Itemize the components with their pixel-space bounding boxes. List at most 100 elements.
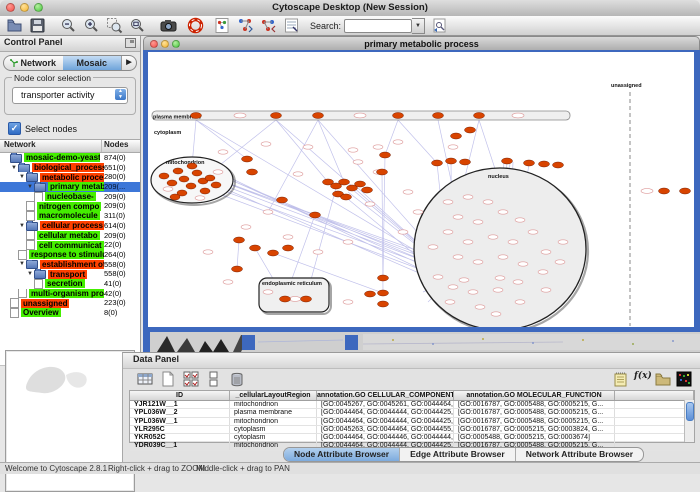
attribute-table[interactable]: ID _cellularLayoutRegion annotation.GO C… <box>129 390 695 443</box>
col-id[interactable]: ID <box>130 391 230 400</box>
endoplasmic-reticulum-region[interactable]: endoplasmic reticulum <box>259 278 331 314</box>
tree-row[interactable]: cellular metabo209(0) <box>0 231 140 241</box>
table-row[interactable]: YKR052Ccytoplasm[GO:0044464, GO:0044446,… <box>130 434 694 442</box>
expand-arrow-icon[interactable]: ▼ <box>18 261 26 267</box>
table-row[interactable]: YPL036W__1mitochondrion[GO:0044464, GO:0… <box>130 418 694 426</box>
zoom-window-icon[interactable] <box>34 3 43 12</box>
tree-row-selected[interactable]: ▼primary metabol209(... <box>0 182 140 192</box>
tree-row[interactable]: unassigned223(0) <box>0 298 140 308</box>
tree-row[interactable]: response to stimulu264(0) <box>0 250 140 260</box>
cell-cc[interactable]: [GO:0045263, GO:0044464, GO:0044455, G..… <box>317 426 454 433</box>
cell-mf[interactable]: [GO:0016787, GO:0005488, GO:0005215, G..… <box>454 409 615 416</box>
snapshot-camera-icon[interactable] <box>160 17 177 34</box>
select-attributes-icon[interactable] <box>183 371 199 387</box>
expand-arrow-icon[interactable]: ▼ <box>26 184 34 190</box>
cell-cc[interactable]: [GO:0044464, GO:0044444, GO:0044425, G..… <box>317 418 454 425</box>
minimize-window-icon[interactable] <box>20 3 29 12</box>
cell-region[interactable]: mitochondrion <box>230 401 317 408</box>
tree-row[interactable]: multi-organism pro42(0) <box>0 289 140 299</box>
cell-mf[interactable]: [GO:0016787, GO:0005488, GO:0005215, G..… <box>454 418 615 425</box>
zoom-view-icon[interactable] <box>172 40 180 48</box>
select-nodes-checkbox[interactable]: ✓ <box>8 122 21 135</box>
close-window-icon[interactable] <box>6 3 15 12</box>
col-region[interactable]: _cellularLayoutRegion <box>230 391 317 400</box>
network-canvas[interactable]: nucleus mitochondrion plasma membrane cy… <box>148 52 694 327</box>
save-session-icon[interactable] <box>29 17 46 34</box>
matrix-view-icon[interactable] <box>676 371 692 387</box>
cell-region[interactable]: plasma membrane <box>230 409 317 416</box>
unselect-attributes-icon[interactable] <box>206 371 222 387</box>
cell-cc[interactable]: [GO:0044464, GO:0044444, GO:0044425, G..… <box>317 409 454 416</box>
search-input[interactable] <box>344 19 412 33</box>
attribute-table-header[interactable]: ID _cellularLayoutRegion annotation.GO C… <box>130 391 694 401</box>
formula-builder-icon[interactable]: f(x) <box>634 371 650 387</box>
table-scrollbar-thumb[interactable] <box>686 402 694 421</box>
cell-region[interactable]: cytoplasm <box>230 426 317 433</box>
tab-overflow-arrow-icon[interactable]: ▶ <box>121 56 136 70</box>
tree-row[interactable]: ▼metabolic process280(0) <box>0 172 140 182</box>
expand-arrow-icon[interactable]: ▼ <box>18 223 26 229</box>
combo-stepper-icon[interactable]: ▲▼ <box>115 89 126 100</box>
cell-mf[interactable]: [GO:0005488, GO:0005215, GO:0003674] <box>454 434 615 441</box>
tree-row[interactable]: ▼cellular process614(0) <box>0 221 140 231</box>
table-row[interactable]: YLR295Ccytoplasm[GO:0045263, GO:0044464,… <box>130 426 694 434</box>
network-view-icon[interactable] <box>214 17 231 34</box>
expand-arrow-icon[interactable]: ▼ <box>18 174 26 180</box>
zoom-selected-icon[interactable] <box>106 17 123 34</box>
tab-node-attribute-browser[interactable]: Node Attribute Browser <box>284 448 400 461</box>
cell-region[interactable]: cytoplasm <box>230 434 317 441</box>
cell-id[interactable]: YDR039C__1 <box>130 442 230 449</box>
tab-edge-attribute-browser[interactable]: Edge Attribute Browser <box>400 448 516 461</box>
cell-mf[interactable]: [GO:0016787, GO:0005488, GO:0005215, G..… <box>454 401 615 408</box>
tree-row[interactable]: macromolecule311(0) <box>0 211 140 221</box>
zoom-fit-icon[interactable] <box>129 17 146 34</box>
tree-row[interactable]: nucleobase-209(0) <box>0 192 140 202</box>
cell-id[interactable]: YJR121W__1 <box>130 401 230 408</box>
close-view-icon[interactable] <box>150 40 158 48</box>
notepad-icon[interactable] <box>613 371 629 387</box>
network-window-titlebar[interactable]: primary metabolic process <box>143 36 700 50</box>
tree-row[interactable]: mosaic-demo-yeast874(0) <box>0 153 140 163</box>
tree-row[interactable]: ▼biological_process651(0) <box>0 163 140 173</box>
cell-id[interactable]: YPL036W__1 <box>130 418 230 425</box>
zoom-out-icon[interactable] <box>60 17 77 34</box>
tree-row[interactable]: secretion41(0) <box>0 279 140 289</box>
cell-id[interactable]: YPL036W__2 <box>130 409 230 416</box>
col-molecular-function[interactable]: annotation.GO MOLECULAR_FUNCTION <box>454 391 615 400</box>
expand-arrow-icon[interactable]: ▼ <box>10 165 18 171</box>
table-scrollbar[interactable] <box>684 400 694 442</box>
tree-row[interactable]: Overview8(0) <box>0 308 140 318</box>
cell-region[interactable]: mitochondrion <box>230 418 317 425</box>
cell-id[interactable]: YLR295C <box>130 426 230 433</box>
tree-row[interactable]: cell communicat22(0) <box>0 240 140 250</box>
expand-arrow-icon[interactable]: ▼ <box>26 271 34 277</box>
advanced-search-icon[interactable] <box>431 17 448 34</box>
search-dropdown-icon[interactable]: ▼ <box>412 18 425 34</box>
import-attributes-folder-icon[interactable] <box>655 371 671 387</box>
new-attribute-icon[interactable] <box>160 371 176 387</box>
table-row[interactable]: YPL036W__2plasma membrane[GO:0044464, GO… <box>130 409 694 417</box>
col-cellular-component[interactable]: annotation.GO CELLULAR_COMPONENT <box>317 391 454 400</box>
table-row[interactable]: YJR121W__1mitochondrion[GO:0045267, GO:0… <box>130 401 694 409</box>
cell-cc[interactable]: [GO:0044464, GO:0044446, GO:0044444, G..… <box>317 434 454 441</box>
tree-row[interactable]: ▼establishment of lo558(0) <box>0 260 140 270</box>
minimize-view-icon[interactable] <box>161 40 169 48</box>
open-file-icon[interactable] <box>6 17 23 34</box>
nucleus-region[interactable]: nucleus <box>414 168 588 327</box>
cell-id[interactable]: YKR052C <box>130 434 230 441</box>
cell-mf[interactable]: [GO:0016787, GO:0005215, GO:0003824, G..… <box>454 426 615 433</box>
tree-row[interactable]: ▼transport558(0) <box>0 269 140 279</box>
cell-cc[interactable]: [GO:0045267, GO:0045261, GO:0044464, G..… <box>317 401 454 408</box>
delete-attribute-trash-icon[interactable] <box>229 371 245 387</box>
float-panel-icon[interactable] <box>125 38 136 48</box>
attribute-browser-icon[interactable] <box>283 17 300 34</box>
tab-network-attribute-browser[interactable]: Network Attribute Browser <box>516 448 643 461</box>
attribute-table-icon[interactable] <box>137 371 153 387</box>
help-lifering-icon[interactable] <box>187 17 204 34</box>
node-color-attribute-select[interactable]: transporter activity ▲▼ <box>12 87 128 104</box>
tab-network[interactable]: Network <box>4 56 63 70</box>
expand-network-icon[interactable] <box>237 17 254 34</box>
tree-row[interactable]: nitrogen compo209(0) <box>0 201 140 211</box>
tab-mosaic[interactable]: Mosaic <box>63 56 122 70</box>
collapse-network-icon[interactable] <box>260 17 277 34</box>
